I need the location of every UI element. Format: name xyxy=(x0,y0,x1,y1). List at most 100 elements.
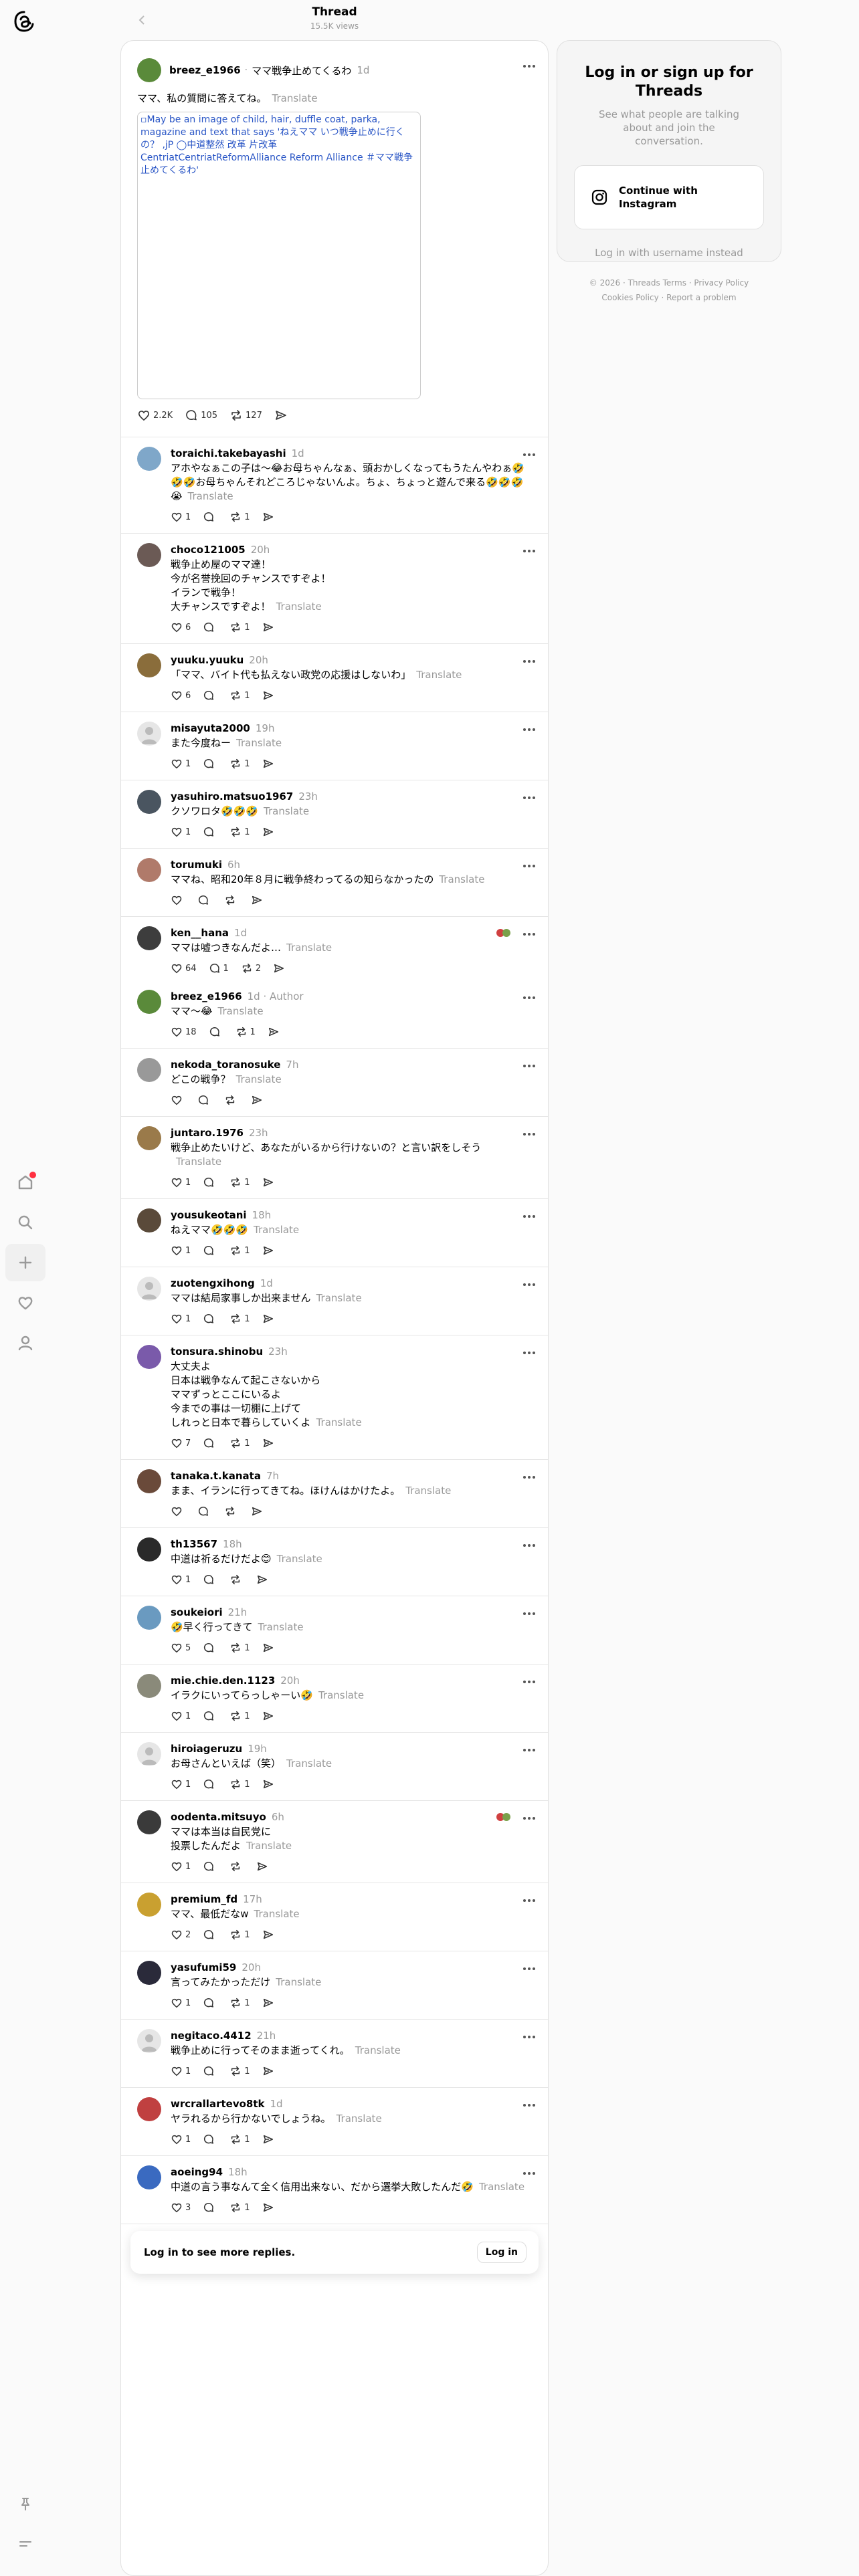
repost-button[interactable]: 1 xyxy=(229,758,250,770)
share-button[interactable] xyxy=(262,1997,274,2009)
comment-button[interactable] xyxy=(203,2065,217,2077)
reply-username[interactable]: hiroiageruzu xyxy=(171,1743,242,1755)
share-button[interactable] xyxy=(262,758,274,770)
avatar[interactable] xyxy=(137,1810,161,1834)
post-image[interactable]: ▫May be an image of child, hair, duffle … xyxy=(137,112,421,399)
share-button[interactable] xyxy=(262,1245,274,1257)
avatar[interactable] xyxy=(137,990,161,1014)
comment-button[interactable] xyxy=(197,1505,212,1517)
share-button[interactable] xyxy=(251,1505,263,1517)
repost-button[interactable]: 1 xyxy=(229,1997,250,2009)
repost-button[interactable]: 1 xyxy=(229,1642,250,1654)
more-icon[interactable] xyxy=(521,1128,537,1141)
continue-with-instagram-button[interactable]: Continue with Instagram xyxy=(574,165,764,229)
repost-button[interactable] xyxy=(224,894,239,906)
avatar[interactable] xyxy=(137,722,161,746)
repost-button[interactable]: 1 xyxy=(229,1176,250,1188)
more-icon[interactable] xyxy=(521,1210,537,1223)
translate-link[interactable]: Translate xyxy=(264,805,309,817)
share-button[interactable] xyxy=(262,826,274,838)
translate-link[interactable]: Translate xyxy=(405,1485,451,1497)
avatar[interactable] xyxy=(137,858,161,882)
comment-button[interactable] xyxy=(203,621,217,633)
like-button[interactable] xyxy=(171,1505,185,1517)
avatar[interactable] xyxy=(137,2029,161,2053)
more-icon[interactable] xyxy=(521,448,537,461)
reply-time[interactable]: 19h xyxy=(256,722,275,734)
avatar[interactable] xyxy=(137,543,161,567)
username-login-link[interactable]: Log in with username instead xyxy=(557,247,781,259)
more-icon[interactable] xyxy=(521,655,537,668)
share-button[interactable] xyxy=(262,511,274,523)
like-button[interactable]: 1 xyxy=(171,1313,191,1325)
more-icon[interactable] xyxy=(521,928,537,941)
reply-username[interactable]: yasufumi59 xyxy=(171,1961,236,1973)
share-button[interactable] xyxy=(274,409,288,422)
like-button[interactable]: 7 xyxy=(171,1437,191,1449)
reply-time[interactable]: 6h xyxy=(227,859,240,871)
more-icon[interactable] xyxy=(521,2030,537,2044)
reply-time[interactable]: 20h xyxy=(251,544,270,556)
like-button[interactable]: 5 xyxy=(171,1642,191,1654)
repost-button[interactable]: 1 xyxy=(229,689,250,702)
reply-username[interactable]: ken__hana xyxy=(171,927,229,939)
avatar[interactable] xyxy=(137,1742,161,1766)
reply-username[interactable]: oodenta.mitsuyo xyxy=(171,1811,266,1823)
translate-link[interactable]: Translate xyxy=(286,942,332,954)
reply-time[interactable]: 1d xyxy=(270,2098,282,2110)
repost-button[interactable]: 2 xyxy=(241,962,261,974)
avatar[interactable] xyxy=(137,1277,161,1301)
comment-button[interactable]: 1 xyxy=(209,962,229,974)
like-button[interactable]: 1 xyxy=(171,1574,191,1586)
avatar[interactable] xyxy=(137,1893,161,1917)
repost-button[interactable]: 1 xyxy=(229,1710,250,1722)
share-button[interactable] xyxy=(262,1642,274,1654)
more-icon[interactable] xyxy=(521,544,537,558)
translate-link[interactable]: Translate xyxy=(286,1757,332,1769)
share-button[interactable] xyxy=(262,1437,274,1449)
reply-username[interactable]: negitaco.4412 xyxy=(171,2030,252,2042)
avatar[interactable] xyxy=(137,1537,161,1562)
like-button[interactable]: 18 xyxy=(171,1026,197,1038)
like-button[interactable]: 1 xyxy=(171,1245,191,1257)
share-button[interactable] xyxy=(262,621,274,633)
like-button[interactable]: 2 xyxy=(171,1929,191,1941)
repost-button[interactable] xyxy=(229,1574,244,1586)
translate-link[interactable]: Translate xyxy=(416,669,462,681)
comment-button[interactable] xyxy=(203,758,217,770)
reply-username[interactable]: yasuhiro.matsuo1967 xyxy=(171,790,293,802)
translate-link[interactable]: Translate xyxy=(355,2044,401,2056)
reply-time[interactable]: 18h xyxy=(228,2166,248,2178)
share-button[interactable] xyxy=(262,1313,274,1325)
reply-username[interactable]: toraichi.takebayashi xyxy=(171,447,286,459)
like-button[interactable]: 6 xyxy=(171,689,191,702)
avatar[interactable] xyxy=(137,1469,161,1493)
reply-username[interactable]: breez_e1966 xyxy=(171,990,242,1002)
repost-button[interactable]: 1 xyxy=(235,1026,256,1038)
comment-button[interactable] xyxy=(203,1176,217,1188)
more-icon[interactable] xyxy=(521,1894,537,1907)
more-icon[interactable] xyxy=(521,723,537,736)
more-icon[interactable] xyxy=(521,1812,537,1825)
reply-username[interactable]: nekoda_toranosuke xyxy=(171,1059,280,1071)
repost-button[interactable] xyxy=(224,1505,239,1517)
like-button[interactable]: 1 xyxy=(171,1860,191,1872)
reply-username[interactable]: misayuta2000 xyxy=(171,722,250,734)
repost-button[interactable] xyxy=(229,1860,244,1872)
translate-link[interactable]: Translate xyxy=(479,2181,524,2193)
avatar[interactable] xyxy=(137,790,161,814)
avatar[interactable] xyxy=(137,2097,161,2121)
like-button[interactable]: 1 xyxy=(171,1778,191,1790)
like-button[interactable]: 1 xyxy=(171,1997,191,2009)
translate-link[interactable]: Translate xyxy=(316,1292,362,1304)
nav-home[interactable] xyxy=(5,1164,45,1201)
translate-link[interactable]: Translate xyxy=(316,1416,362,1428)
translate-link[interactable]: Translate xyxy=(236,1073,282,1085)
login-button[interactable]: Log in xyxy=(476,2242,527,2263)
reply-time[interactable]: 23h xyxy=(249,1127,268,1139)
reply-username[interactable]: zuotengxihong xyxy=(171,1277,255,1289)
nav-create[interactable] xyxy=(5,1244,45,1281)
like-button[interactable]: 1 xyxy=(171,511,191,523)
like-button[interactable]: 1 xyxy=(171,1710,191,1722)
repost-button[interactable]: 127 xyxy=(229,409,262,422)
